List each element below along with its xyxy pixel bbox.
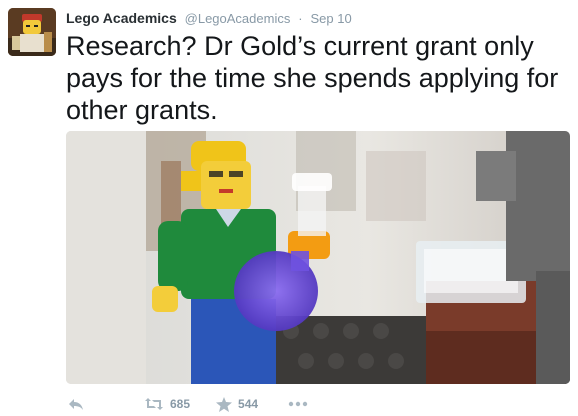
separator-dot: · bbox=[298, 11, 303, 26]
more-button[interactable] bbox=[288, 401, 308, 407]
retweet-button[interactable]: 685 bbox=[144, 397, 190, 411]
tweet-date[interactable]: Sep 10 bbox=[310, 11, 351, 26]
user-handle[interactable]: @LegoAcademics bbox=[185, 11, 291, 26]
tweet-photo[interactable] bbox=[66, 131, 570, 384]
retweet-icon bbox=[144, 397, 164, 411]
favorite-count: 544 bbox=[238, 397, 259, 411]
display-name[interactable]: Lego Academics bbox=[66, 10, 177, 26]
tweet-actions: 685 544 bbox=[66, 394, 308, 414]
star-icon bbox=[216, 396, 233, 412]
tweet-text: Research? Dr Gold’s current grant only p… bbox=[66, 31, 559, 125]
tweet-header: Lego Academics @LegoAcademics · Sep 10 bbox=[66, 8, 352, 28]
avatar[interactable] bbox=[8, 8, 56, 56]
reply-icon bbox=[68, 397, 84, 411]
more-icon bbox=[288, 401, 308, 407]
favorite-button[interactable]: 544 bbox=[216, 396, 259, 412]
reply-button[interactable] bbox=[68, 397, 84, 411]
retweet-count: 685 bbox=[170, 397, 191, 411]
